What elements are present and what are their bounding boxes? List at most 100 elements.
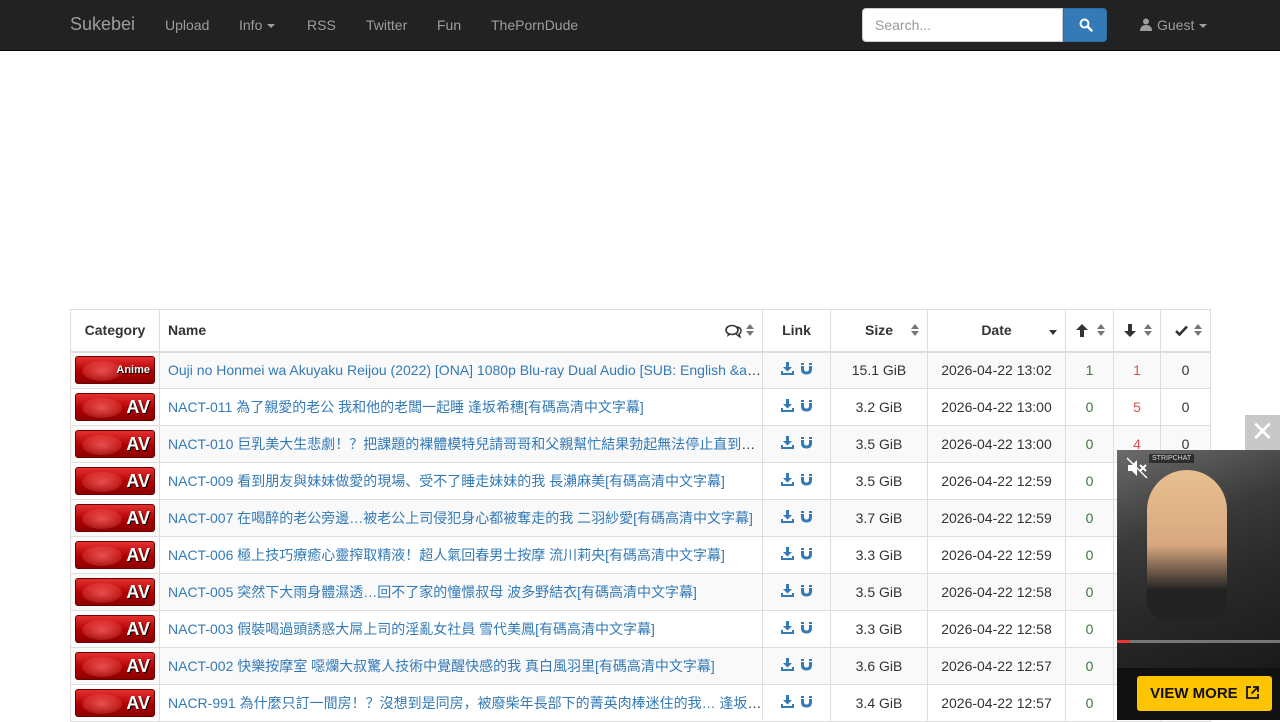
torrent-link[interactable]: NACT-005 突然下大雨身體濕透…回不了家的憧憬叔母 波多野結衣[有碼高清中… (168, 584, 697, 600)
header-leechers[interactable] (1113, 309, 1161, 353)
magnet-icon[interactable] (800, 510, 813, 523)
magnet-icon[interactable] (800, 584, 813, 597)
torrent-link[interactable]: NACT-002 快樂按摩室 噁爛大叔驚人技術中覺醒快感的我 真白風羽里[有碼高… (168, 658, 715, 674)
category-badge[interactable]: AV (75, 430, 155, 458)
table-row: AV NACT-006 極上技巧療癒心靈搾取精液！超人氣回春男士按摩 流川莉央[有… (70, 536, 1211, 574)
download-icon[interactable] (780, 399, 794, 412)
torrent-link[interactable]: NACT-006 極上技巧療癒心靈搾取精液！超人氣回春男士按摩 流川莉央[有碼高… (168, 547, 725, 563)
torrent-link[interactable]: NACT-007 在喝醉的老公旁邊…被老公上司侵犯身心都被奪走的我 二羽紗愛[有… (168, 510, 753, 526)
download-icon[interactable] (780, 362, 794, 376)
sort-desc-icon[interactable] (1049, 330, 1057, 335)
nav-rss[interactable]: RSS (307, 17, 336, 33)
category-label: AV (126, 397, 150, 417)
seeders-cell: 0 (1065, 573, 1114, 611)
magnet-icon[interactable] (800, 695, 813, 708)
torrent-link[interactable]: NACR-991 為什麼只訂一間房！？沒想到是同房，被廢柴年長部下的菁英肉棒迷住… (168, 695, 762, 711)
magnet-icon[interactable] (800, 547, 813, 560)
close-icon[interactable]: ✕ (1245, 415, 1280, 450)
magnet-icon[interactable] (800, 399, 813, 412)
download-icon[interactable] (780, 510, 794, 523)
category-badge[interactable]: AV (75, 393, 155, 421)
date-cell: 2026-04-22 12:59 (927, 536, 1066, 574)
magnet-icon[interactable] (800, 621, 813, 634)
category-badge[interactable]: Anime (75, 356, 155, 385)
header-name[interactable]: Name (159, 309, 763, 353)
magnet-icon[interactable] (800, 436, 813, 449)
sort-icon[interactable] (911, 324, 919, 338)
header-completed[interactable] (1160, 309, 1211, 353)
category-badge[interactable]: AV (75, 652, 155, 680)
sort-icon[interactable] (1194, 324, 1202, 338)
header-date[interactable]: Date (927, 309, 1066, 353)
table-row: Anime Ouji no Honmei wa Akuyaku Reijou (2… (70, 351, 1211, 389)
download-icon[interactable] (780, 547, 794, 560)
download-icon[interactable] (780, 621, 794, 634)
sort-icon[interactable] (1144, 324, 1152, 338)
link-cell (762, 462, 831, 500)
nav-twitter[interactable]: Twitter (366, 17, 407, 33)
ad-progress-bar[interactable] (1117, 640, 1280, 643)
view-more-button[interactable]: VIEW MORE (1137, 676, 1272, 711)
download-icon[interactable] (780, 436, 794, 449)
category-badge[interactable]: AV (75, 504, 155, 532)
header-seeders[interactable] (1065, 309, 1114, 353)
category-cell: AV (70, 388, 160, 426)
category-cell: Anime (70, 351, 160, 389)
sort-icon[interactable] (1097, 324, 1105, 338)
nav-theporndude[interactable]: ThePornDude (491, 17, 578, 33)
ad-brand-tag: STRIPCHAT (1149, 454, 1195, 463)
user-label: Guest (1157, 17, 1195, 33)
comments-icon[interactable] (725, 324, 742, 338)
search-input[interactable] (862, 8, 1063, 42)
download-icon[interactable] (780, 584, 794, 597)
user-menu[interactable]: Guest (1140, 17, 1208, 33)
torrent-link[interactable]: NACT-003 假裝喝過頭誘惑大屌上司的淫亂女社員 雪代美鳳[有碼高清中文字幕… (168, 621, 655, 637)
download-icon[interactable] (780, 695, 794, 708)
category-label: AV (126, 434, 150, 454)
torrent-link[interactable]: NACT-009 看到朋友與妹妹做愛的現場、受不了睡走妹妹的我 長瀨麻美[有碼高… (168, 473, 725, 489)
nav-upload[interactable]: Upload (165, 17, 209, 33)
search-button[interactable] (1063, 8, 1107, 42)
header-category[interactable]: Category (70, 309, 160, 353)
torrent-link[interactable]: NACT-011 為了親愛的老公 我和他的老闆一起睡 逢坂希穗[有碼高清中文字幕… (168, 399, 644, 415)
magnet-icon[interactable] (800, 362, 813, 375)
size-cell: 3.4 GiB (830, 684, 928, 722)
name-cell: NACT-009 看到朋友與妹妹做愛的現場、受不了睡走妹妹的我 長瀨麻美[有碼高… (159, 462, 763, 500)
torrent-link[interactable]: Ouji no Honmei wa Akuyaku Reijou (2022) … (168, 362, 762, 378)
header-link-label: Link (782, 322, 811, 339)
size-cell: 3.3 GiB (830, 536, 928, 574)
category-cell: AV (70, 499, 160, 537)
search-icon (1079, 18, 1093, 32)
download-icon[interactable] (780, 473, 794, 486)
name-cell: NACT-003 假裝喝過頭誘惑大屌上司的淫亂女社員 雪代美鳳[有碼高清中文字幕… (159, 610, 763, 648)
nav-fun[interactable]: Fun (437, 17, 461, 33)
category-badge[interactable]: AV (75, 689, 155, 717)
category-badge[interactable]: AV (75, 467, 155, 495)
brand-logo[interactable]: Sukebei (70, 14, 135, 35)
header-size[interactable]: Size (830, 309, 928, 353)
category-badge[interactable]: AV (75, 578, 155, 606)
sort-icon[interactable] (746, 324, 754, 338)
category-badge[interactable]: AV (75, 541, 155, 569)
magnet-icon[interactable] (800, 473, 813, 486)
ad-video-figure (1147, 470, 1227, 620)
category-label: Anime (116, 364, 150, 377)
category-badge[interactable]: AV (75, 615, 155, 643)
table-row: AV NACT-005 突然下大雨身體濕透…回不了家的憧憬叔母 波多野結衣[有碼高… (70, 573, 1211, 611)
table-row: AV NACT-010 巨乳美大生悲劇！？把課題的裸體模特兒請哥哥和父親幫忙結果勃… (70, 425, 1211, 463)
name-cell: NACT-007 在喝醉的老公旁邊…被老公上司侵犯身心都被奪走的我 二羽紗愛[有… (159, 499, 763, 537)
name-cell: Ouji no Honmei wa Akuyaku Reijou (2022) … (159, 351, 763, 389)
torrent-link[interactable]: NACT-010 巨乳美大生悲劇！？把課題的裸體模特兒請哥哥和父親幫忙結果勃起無… (168, 436, 762, 452)
mute-icon[interactable] (1125, 456, 1149, 480)
arrow-up-icon (1076, 324, 1088, 337)
ad-video[interactable]: STRIPCHAT (1117, 450, 1280, 668)
view-more-label: VIEW MORE (1150, 685, 1238, 702)
seeders-cell: 0 (1065, 647, 1114, 685)
header-link: Link (762, 309, 831, 353)
category-label: AV (126, 582, 150, 602)
magnet-icon[interactable] (800, 658, 813, 671)
nav-info[interactable]: Info (239, 17, 276, 33)
size-cell: 3.5 GiB (830, 425, 928, 463)
download-icon[interactable] (780, 658, 794, 671)
date-cell: 2026-04-22 13:00 (927, 388, 1066, 426)
